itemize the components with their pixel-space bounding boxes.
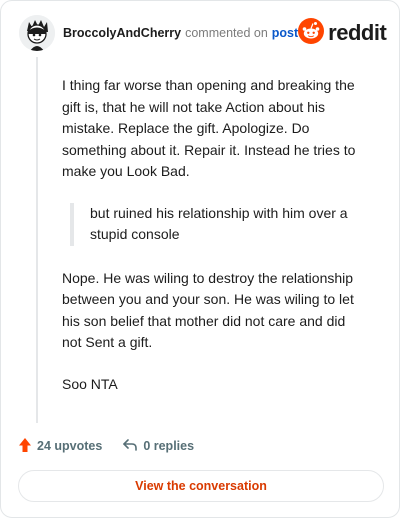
avatar-image	[19, 15, 55, 51]
reply-button[interactable]: 0 replies	[122, 438, 194, 455]
reply-arrow-icon	[122, 438, 138, 455]
comment-paragraph: I thing far worse than opening and break…	[62, 77, 356, 179]
comment-paragraph: Soo NTA	[62, 375, 118, 392]
post-link[interactable]: post	[272, 26, 298, 40]
upvote-count: 24 upvotes	[37, 439, 103, 453]
view-conversation-button[interactable]: View the conversation	[18, 470, 384, 502]
comment-card: BroccolyAndCherry commented on post redd…	[0, 0, 400, 518]
comment-actions: 24 upvotes 0 replies	[18, 435, 194, 457]
comment-paragraph: Nope. He was wiling to destroy the relat…	[62, 269, 354, 351]
quote-text: but ruined his relationship with him ove…	[90, 204, 348, 243]
reddit-brand[interactable]: reddit	[298, 17, 387, 49]
action-text: commented on	[185, 26, 268, 40]
upvote-button[interactable]: 24 upvotes	[18, 437, 102, 456]
comment-header: BroccolyAndCherry commented on post redd…	[19, 15, 387, 51]
avatar[interactable]	[19, 15, 55, 51]
view-conversation-label: View the conversation	[135, 479, 267, 493]
reply-count: 0 replies	[143, 439, 195, 453]
comment-body: I thing far worse than opening and break…	[62, 75, 362, 415]
comment-meta: BroccolyAndCherry commented on post	[63, 26, 298, 40]
username-link[interactable]: BroccolyAndCherry	[63, 26, 181, 40]
blockquote: but ruined his relationship with him ove…	[70, 202, 362, 246]
thread-line	[36, 57, 38, 423]
upvote-arrow-icon	[18, 437, 32, 456]
reddit-logo-icon	[298, 17, 325, 49]
brand-wordmark: reddit	[328, 20, 387, 45]
